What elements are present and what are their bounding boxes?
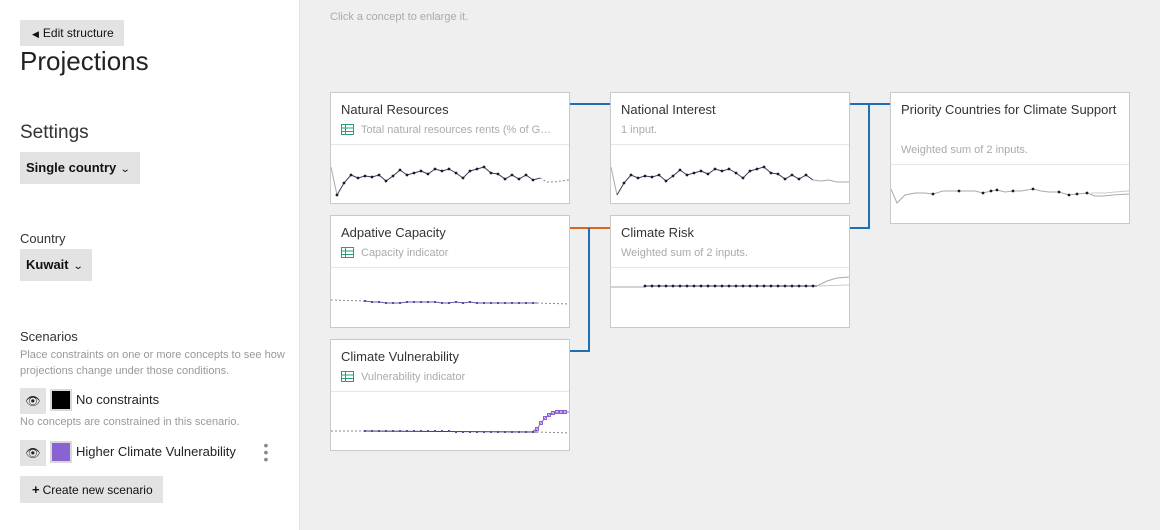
sidebar: ◀ Edit structure Projections Settings Sin… (0, 0, 300, 530)
card-subtitle: Capacity indicator (341, 247, 559, 259)
scenario-color-swatch[interactable] (50, 441, 72, 463)
card-title: National Interest (621, 102, 716, 117)
create-scenario-button[interactable]: + Create new scenario (20, 476, 163, 503)
card-title: Adpative Capacity (341, 225, 446, 240)
card-title: Priority Countries for Climate Support (901, 102, 1117, 117)
country-dropdown-value: Kuwait (26, 257, 69, 272)
card-subtitle: Weighted sum of 2 inputs. (621, 247, 748, 259)
card-title: Climate Vulnerability (341, 349, 460, 364)
sparkline-chart (611, 276, 849, 288)
plus-icon: + (32, 482, 40, 497)
eye-icon[interactable]: 👁 (20, 440, 46, 466)
card-subtitle: Vulnerability indicator (341, 371, 559, 383)
sparkline-chart (331, 165, 569, 197)
concept-card-national-interest[interactable]: National Interest 1 input. (610, 92, 850, 204)
link-vulnerability-to-risk (570, 228, 590, 352)
concept-card-adaptive-capacity[interactable]: Adpative Capacity Capacity indicator (330, 215, 570, 328)
scenario-color-swatch[interactable] (50, 389, 72, 411)
concept-card-natural-resources[interactable]: Natural Resources Total natural resource… (330, 92, 570, 204)
scenarios-title: Scenarios (20, 329, 78, 344)
sparkline-chart (611, 165, 849, 196)
page-title: Projections (20, 46, 149, 76)
card-subtitle-text: Capacity indicator (361, 247, 449, 259)
eye-icon[interactable]: 👁 (20, 388, 46, 414)
chevron-down-icon: ⌄ (120, 164, 131, 175)
country-label: Country (20, 231, 66, 246)
scenario-note: No concepts are constrained in this scen… (20, 416, 240, 428)
create-scenario-label: Create new scenario (42, 483, 153, 497)
concept-card-climate-risk[interactable]: Climate Risk Weighted sum of 2 inputs. (610, 215, 850, 328)
mode-dropdown[interactable]: Single country ⌄ (20, 152, 140, 184)
mode-dropdown-value: Single country (26, 160, 117, 175)
kebab-menu-icon[interactable]: • • • (260, 438, 272, 466)
card-title: Climate Risk (621, 225, 694, 240)
settings-title: Settings (20, 122, 89, 143)
sparkline-chart (331, 410, 569, 434)
scenario-name: No constraints (76, 392, 160, 407)
table-icon (341, 124, 354, 135)
card-subtitle-text: Total natural resources rents (% of GDP) (361, 124, 559, 136)
country-dropdown[interactable]: Kuwait ⌄ (20, 249, 93, 281)
sparkline-chart (331, 299, 569, 305)
card-subtitle: Weighted sum of 2 inputs. (901, 144, 1028, 156)
scenarios-help: Place constraints on one or more concept… (20, 349, 285, 377)
concept-card-priority-countries[interactable]: Priority Countries for Climate Support W… (890, 92, 1130, 224)
edit-structure-button[interactable]: ◀ Edit structure (20, 20, 124, 46)
table-icon (341, 371, 354, 382)
canvas-hint: Click a concept to enlarge it. (330, 11, 469, 23)
scenario-name: Higher Climate Vulnerability (76, 444, 236, 459)
card-subtitle: 1 input. (621, 124, 658, 136)
chevron-down-icon: ⌄ (72, 261, 84, 272)
card-subtitle: Total natural resources rents (% of GDP) (341, 124, 559, 136)
concept-card-climate-vulnerability[interactable]: Climate Vulnerability Vulnerability indi… (330, 339, 570, 451)
link-risk-to-priority (850, 104, 870, 229)
edit-structure-label: Edit structure (42, 26, 114, 40)
card-subtitle-text: Vulnerability indicator (361, 371, 466, 383)
sparkline-chart (891, 187, 1129, 204)
table-icon (341, 247, 354, 258)
card-title: Natural Resources (341, 102, 449, 117)
caret-left-icon: ◀ (32, 29, 39, 39)
